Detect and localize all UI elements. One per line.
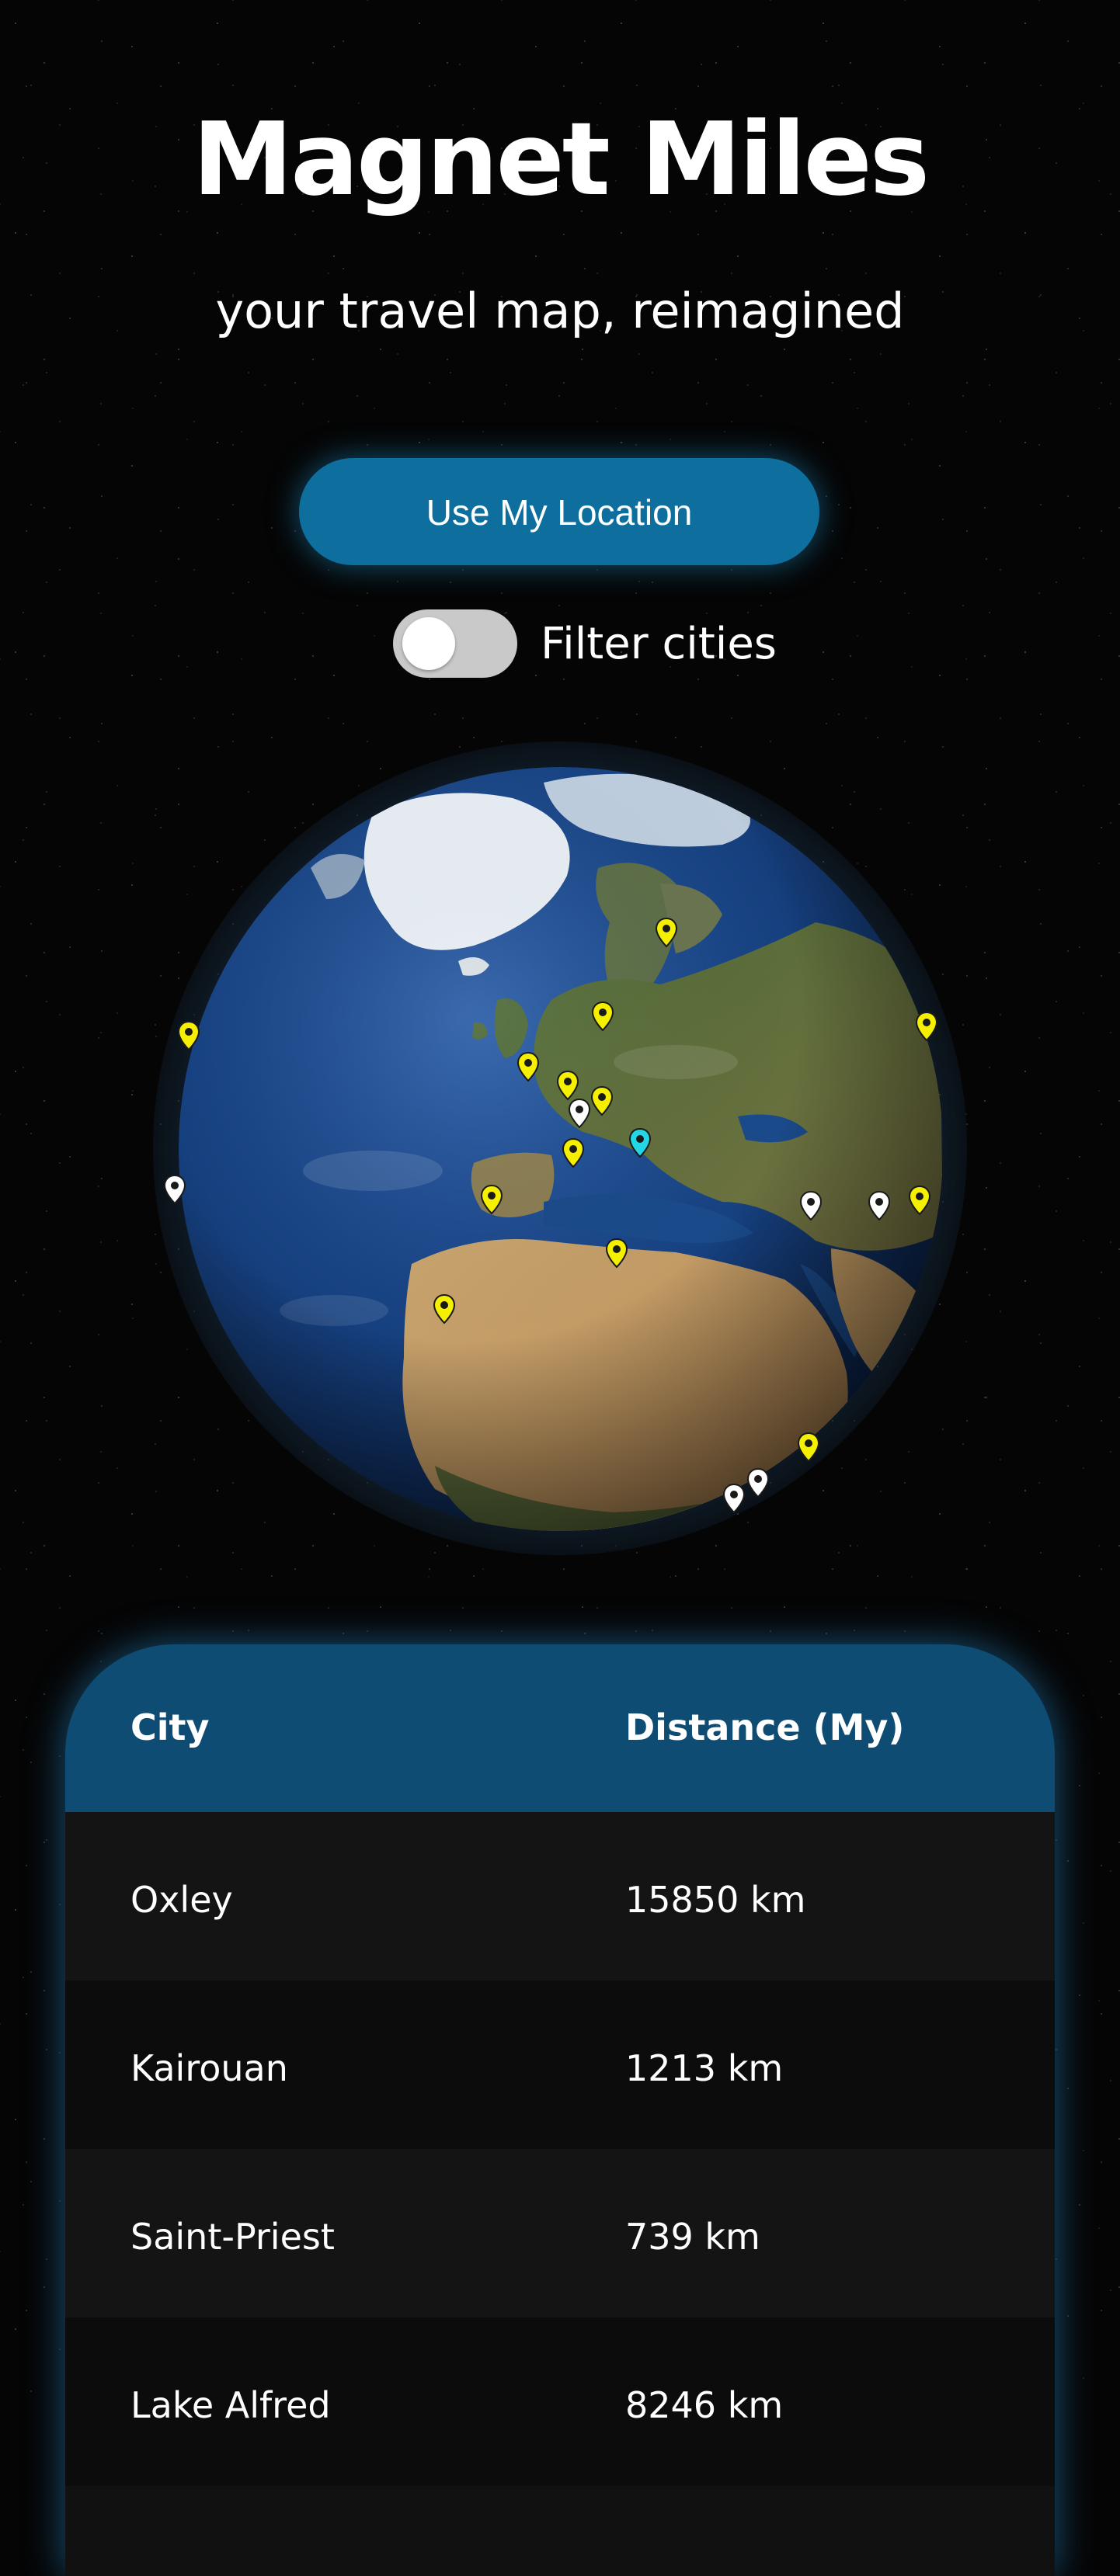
table-header-row: City Distance (My) xyxy=(65,1644,1055,1812)
table-row[interactable]: Saint-Priest 739 km xyxy=(65,2149,1055,2317)
map-pin-white[interactable] xyxy=(867,1190,892,1221)
map-pin-yellow[interactable] xyxy=(561,1137,586,1168)
city-name-cell: Oxley xyxy=(130,1879,233,1921)
column-header-distance[interactable]: Distance (My) xyxy=(625,1706,904,1748)
use-my-location-button[interactable]: Use My Location xyxy=(299,458,819,565)
table-row[interactable]: Oxley 15850 km xyxy=(65,1812,1055,1981)
map-pin-yellow[interactable] xyxy=(604,1238,629,1269)
distance-cell: 15850 km xyxy=(625,1879,806,1921)
map-pin-white[interactable] xyxy=(162,1174,187,1205)
map-pin-yellow[interactable] xyxy=(796,1432,821,1463)
filter-cities-control[interactable]: Filter cities xyxy=(393,608,777,679)
city-name-cell: Saint-Priest xyxy=(130,2216,335,2258)
map-pin-yellow[interactable] xyxy=(176,1020,201,1051)
map-pin-yellow[interactable] xyxy=(516,1051,541,1082)
toggle-knob xyxy=(402,617,455,670)
table-row[interactable]: Lake Alfred 8246 km xyxy=(65,2317,1055,2486)
map-pin-white[interactable] xyxy=(567,1098,592,1129)
distance-cell: 1213 km xyxy=(625,2047,784,2089)
map-pin-yellow[interactable] xyxy=(555,1070,580,1101)
map-pin-current-location[interactable] xyxy=(628,1127,652,1158)
map-pin-yellow[interactable] xyxy=(914,1011,939,1042)
map-pin-white[interactable] xyxy=(798,1190,823,1221)
map-pin-yellow[interactable] xyxy=(654,917,679,948)
map-pin-yellow[interactable] xyxy=(432,1293,457,1324)
filter-cities-label: Filter cities xyxy=(541,618,777,669)
map-pin-yellow[interactable] xyxy=(590,1085,614,1116)
distance-cell: 739 km xyxy=(625,2216,760,2258)
city-distance-table: City Distance (My) Oxley 15850 km Kairou… xyxy=(65,1644,1055,2576)
map-pin-white[interactable] xyxy=(722,1483,746,1514)
map-pin-white[interactable] xyxy=(746,1467,770,1498)
city-name-cell: Kairouan xyxy=(130,2047,288,2089)
map-pin-yellow[interactable] xyxy=(479,1184,504,1215)
app-title: Magnet Miles xyxy=(192,100,930,218)
filter-toggle[interactable] xyxy=(393,609,517,678)
city-name-cell: Lake Alfred xyxy=(130,2384,331,2426)
distance-cell: 8246 km xyxy=(625,2384,784,2426)
map-pin-yellow[interactable] xyxy=(907,1185,932,1216)
table-row[interactable]: Kairouan 1213 km xyxy=(65,1981,1055,2149)
column-header-city[interactable]: City xyxy=(130,1706,210,1748)
map-pin-yellow[interactable] xyxy=(590,1001,615,1032)
app-subtitle: your travel map, reimagined xyxy=(215,283,905,339)
